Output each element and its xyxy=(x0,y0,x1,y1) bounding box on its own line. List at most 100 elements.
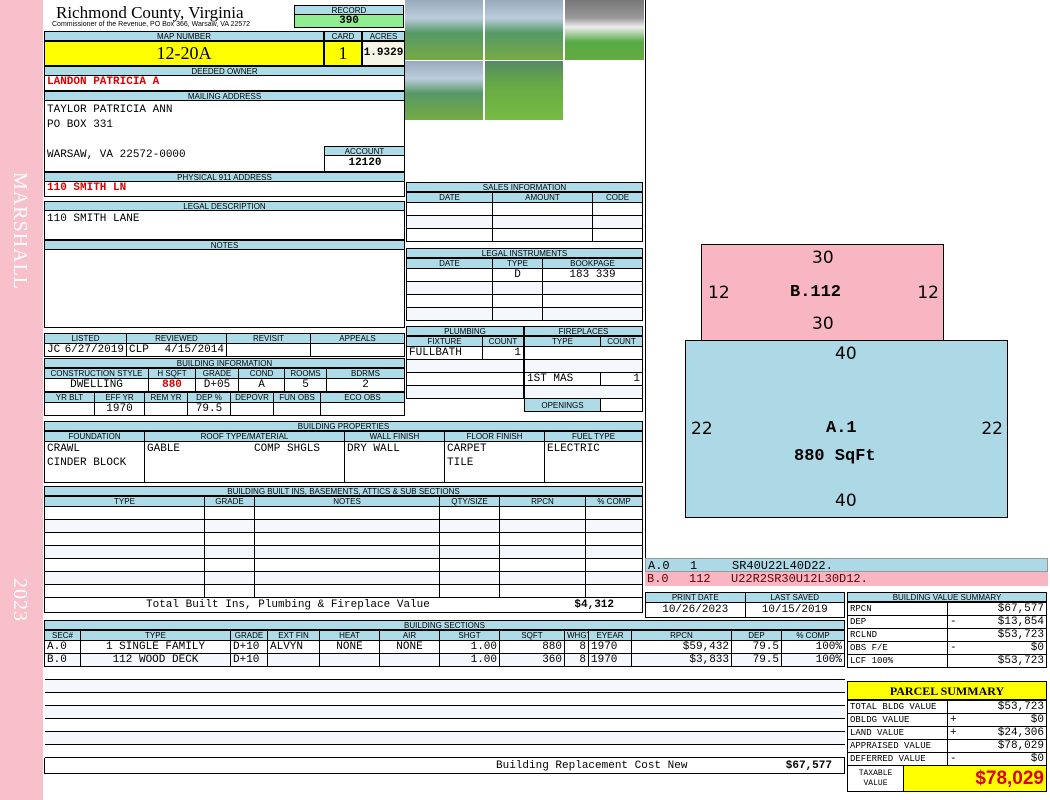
legal-label: LEGAL DESCRIPTION xyxy=(44,201,405,211)
table-row xyxy=(44,666,845,680)
summary-value: $0 xyxy=(961,752,1047,766)
dim-b-bottom: 30 xyxy=(812,314,834,334)
sketch-line-b: B.0 112 U22R2SR30U12L30D12. xyxy=(645,572,1048,586)
dim-b-right: 12 xyxy=(917,283,939,303)
fireplaces-table: FIREPLACES TYPE COUNT 1ST MAS 1 OPENINGS xyxy=(524,326,643,412)
dim-b-left: 12 xyxy=(708,283,730,303)
mailing-label: MAILING ADDRESS xyxy=(44,91,405,101)
section-cell: 79.5 xyxy=(731,653,782,667)
section-cell: NONE xyxy=(379,640,440,654)
th-type: TYPE xyxy=(492,258,543,269)
line-sec: A.0 xyxy=(648,559,670,573)
table-row xyxy=(44,571,643,585)
plumbing-count: 1 xyxy=(482,346,524,360)
dim-b-top: 30 xyxy=(812,248,834,268)
plumbing-fixture: FULLBATH xyxy=(406,346,483,360)
th-bookpage: BOOKPAGE xyxy=(542,258,643,269)
summary-value: $53,723 xyxy=(961,700,1047,714)
record-box: RECORD 390 xyxy=(294,5,404,28)
building-info-value: 1970 xyxy=(94,402,145,416)
th-builtins: QTY/SIZE xyxy=(439,496,500,507)
summary-value: $67,577 xyxy=(961,602,1047,616)
building-info-value: DWELLING xyxy=(44,378,149,392)
sections-total-label: Building Replacement Cost New xyxy=(496,760,688,772)
sketch-section-a[interactable]: 40 40 22 22 A.1 880 SqFt xyxy=(685,340,1008,518)
summary-label: OBS F/E xyxy=(847,641,948,655)
th-builtins: RPCN xyxy=(499,496,586,507)
label-b: B.112 xyxy=(790,283,842,302)
th-reviewed: REVIEWED xyxy=(126,333,227,344)
summary-label: RCLND xyxy=(847,628,948,642)
section-cell xyxy=(379,653,440,667)
card-label: CARD xyxy=(324,31,362,41)
legal-instruments-label: LEGAL INSTRUMENTS xyxy=(406,248,643,258)
summary-label: LCF 100% xyxy=(847,654,948,668)
record-value: 390 xyxy=(294,15,404,28)
label-a: A.1 xyxy=(826,419,857,438)
summary-value: $13,854 xyxy=(961,615,1047,629)
sketch-area[interactable]: 30 30 12 12 B.112 40 40 22 22 A.1 880 Sq… xyxy=(645,0,1048,558)
legal-instruments-table: LEGAL INSTRUMENTS DATE TYPE BOOKPAGE D 183 … xyxy=(406,248,643,321)
li-date xyxy=(406,268,493,282)
parcel-summary-label: PARCEL SUMMARY xyxy=(847,681,1047,700)
li-bookpage: 183 339 xyxy=(542,268,643,282)
summary-row: RCLND $53,723 xyxy=(847,628,1047,642)
table-row xyxy=(44,506,643,520)
sketch-section-b[interactable]: 30 30 12 12 B.112 xyxy=(701,244,944,341)
foundation-2: CINDER BLOCK xyxy=(47,457,127,469)
reviewed-date: 4/15/2014 xyxy=(164,344,224,356)
th-building-info: GRADE xyxy=(195,368,239,379)
summary-label: OBLDG VALUE xyxy=(847,713,948,727)
notes-label: NOTES xyxy=(44,240,405,250)
dim-a-bottom: 40 xyxy=(835,491,857,511)
table-row xyxy=(44,692,845,706)
section-cell xyxy=(267,653,320,667)
table-row xyxy=(44,532,643,546)
summary-sign: - xyxy=(947,752,962,766)
th-sections: DEP xyxy=(731,630,782,641)
summary-row: LCF 100% $53,723 xyxy=(847,654,1047,668)
th-fuel: FUEL TYPE xyxy=(544,431,643,442)
reviewed-by: CLP xyxy=(129,344,149,356)
summary-label: DEFERRED VALUE xyxy=(847,752,948,766)
th-sections: % COMP xyxy=(781,630,845,641)
th-building-info: ROOMS xyxy=(284,368,327,379)
physical-address: 110 SMITH LN xyxy=(44,182,405,197)
area-a: 880 SqFt xyxy=(794,447,876,466)
acres-label: ACRES xyxy=(362,31,405,41)
th-building-info: COND xyxy=(238,368,285,379)
property-photo[interactable] xyxy=(485,0,563,60)
wall-finish: DRY WALL xyxy=(344,441,445,483)
th-sections: TYPE xyxy=(80,630,231,641)
summary-row: APPRAISED VALUE $78,029 xyxy=(847,739,1047,753)
summary-value: $24,306 xyxy=(961,726,1047,740)
section-cell: ALVYN xyxy=(267,640,320,654)
th-building-info: EFF YR xyxy=(94,392,145,403)
county-subtitle: Commissioner of the Revenue, PO Box 366,… xyxy=(52,21,251,28)
section-cell: 1 SINGLE FAMILY xyxy=(80,640,231,654)
notes-field[interactable] xyxy=(44,250,405,328)
summary-row: OBS F/E - $0 xyxy=(847,641,1047,655)
property-photo[interactable] xyxy=(565,0,644,60)
roof-type: GABLE xyxy=(147,443,181,455)
parcel-summary: PARCEL SUMMARY TOTAL BLDG VALUE $53,723 OB… xyxy=(847,681,1047,792)
section-cell: NONE xyxy=(319,640,380,654)
property-photo[interactable] xyxy=(485,61,563,120)
section-cell: B.0 xyxy=(44,653,81,667)
property-photo[interactable] xyxy=(405,0,483,60)
sidebar: MARSHALL 2023 xyxy=(0,0,43,800)
section-cell: 1970 xyxy=(588,640,632,654)
owner-label: DEEDED OWNER xyxy=(44,66,405,76)
property-photo[interactable] xyxy=(405,61,483,120)
th-floor: FLOOR FINISH xyxy=(444,431,545,442)
section-cell: 1970 xyxy=(588,653,632,667)
th-sections: RPCN xyxy=(631,630,732,641)
sections-total-row: Building Replacement Cost New $67,577 xyxy=(44,758,845,774)
district-label: MARSHALL xyxy=(9,172,31,291)
mailing-line3: WARSAW, VA 22572-0000 xyxy=(47,149,186,161)
table-row xyxy=(44,545,643,559)
summary-value: $53,723 xyxy=(961,654,1047,668)
building-info-value: 5 xyxy=(284,378,327,392)
summary-label: APPRAISED VALUE xyxy=(847,739,948,753)
section-cell: 100% xyxy=(781,653,845,667)
